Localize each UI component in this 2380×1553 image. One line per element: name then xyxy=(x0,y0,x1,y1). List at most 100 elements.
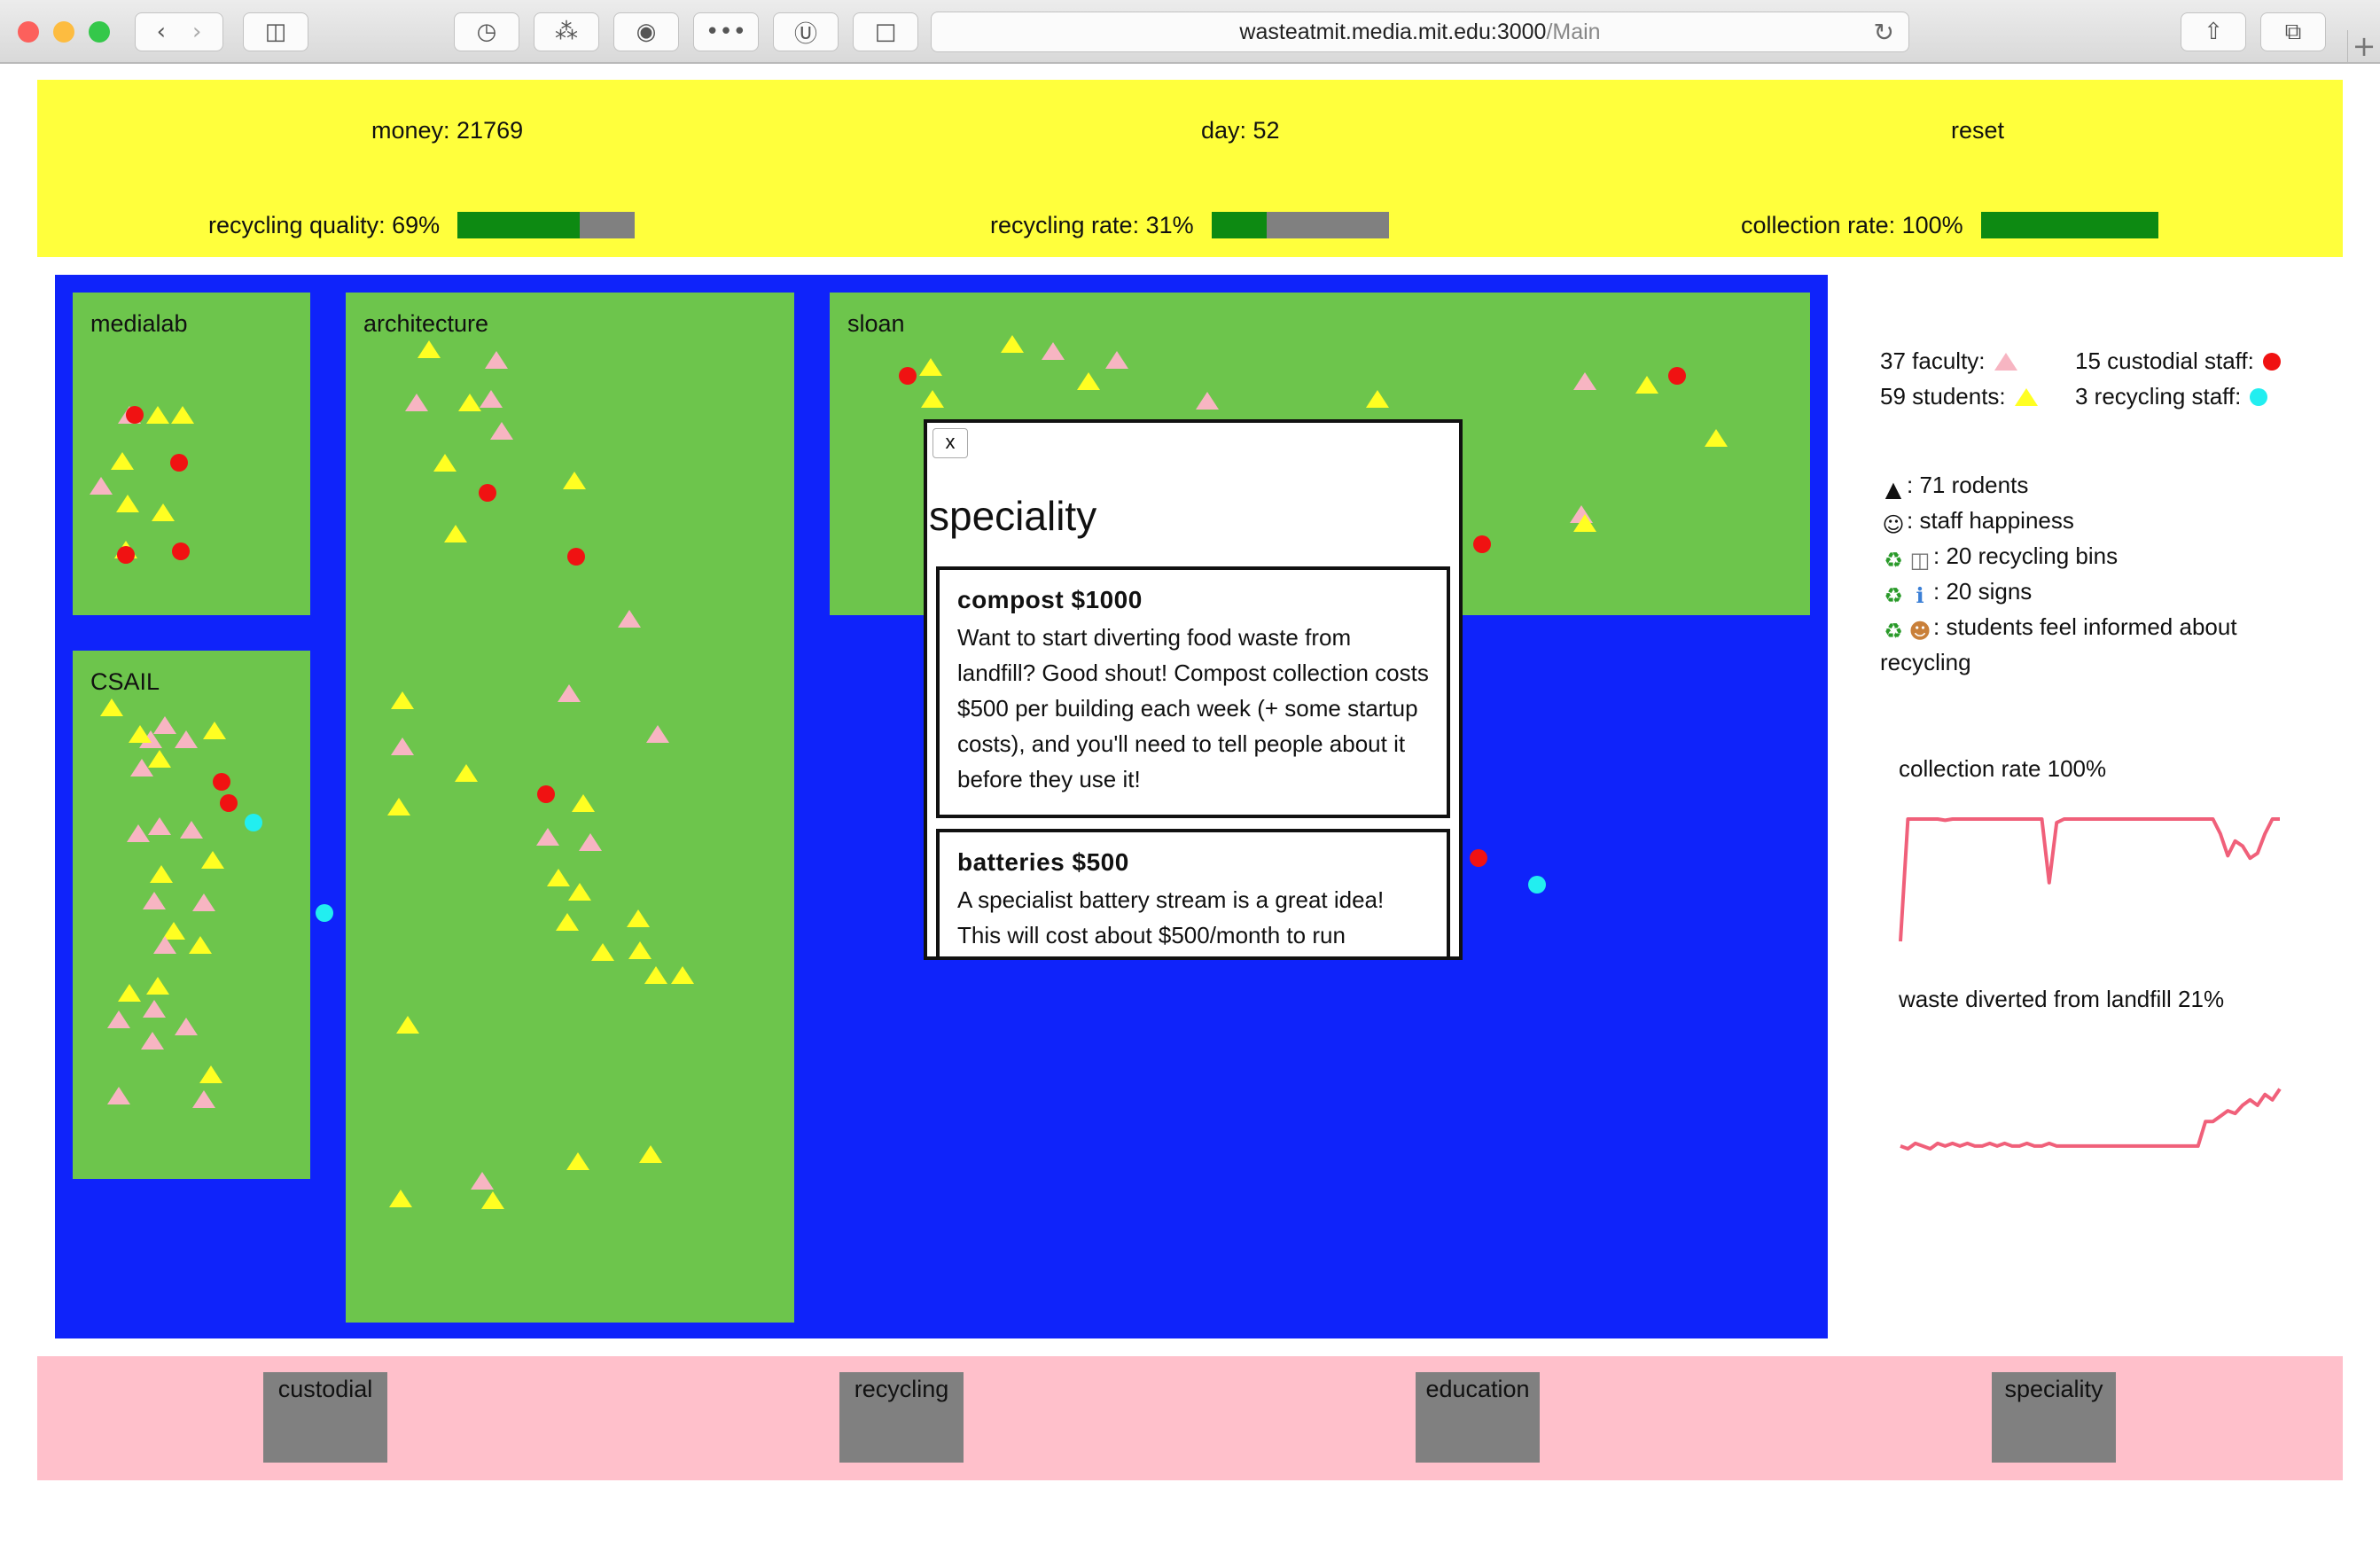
reset-button[interactable]: reset xyxy=(1951,117,2004,144)
custodial-button[interactable]: custodial xyxy=(263,1372,387,1463)
education-button[interactable]: education xyxy=(1416,1372,1540,1463)
page-icon: □ xyxy=(874,19,897,45)
custodial-dot-icon xyxy=(2262,353,2281,371)
metric-label: collection rate: 100% xyxy=(1741,211,1963,238)
faculty-marker xyxy=(175,730,198,748)
student-marker xyxy=(671,966,694,984)
student-marker xyxy=(1366,390,1389,408)
faculty-count-text: 37 faculty: xyxy=(1880,347,1986,374)
student-marker xyxy=(433,454,456,472)
faculty-marker xyxy=(536,828,559,846)
popup-close-button[interactable]: x xyxy=(932,428,968,458)
url-path: /Main xyxy=(1546,19,1601,44)
student-marker xyxy=(644,966,667,984)
student-marker xyxy=(628,941,652,959)
share-button[interactable]: ⇧ xyxy=(2181,12,2246,51)
status-header: money: 21769 day: 52 reset recycling qua… xyxy=(37,80,2343,257)
compost-option[interactable]: compost $1000 Want to start diverting fo… xyxy=(936,566,1450,818)
tabs-button[interactable]: ⧉ xyxy=(2260,12,2326,51)
close-window-button[interactable] xyxy=(18,21,39,43)
faculty-marker xyxy=(143,892,166,909)
plus-icon: + xyxy=(2352,29,2376,63)
bar-fill xyxy=(1211,212,1267,238)
faculty-marker xyxy=(1042,342,1065,360)
collection-rate-bar xyxy=(1980,212,2158,238)
faculty-marker xyxy=(490,422,513,440)
student-marker xyxy=(199,1065,222,1083)
custodial-staff-marker xyxy=(220,794,238,812)
minimize-window-button[interactable] xyxy=(53,21,74,43)
building-medialab[interactable]: medialab xyxy=(73,293,310,615)
metric-label: recycling quality: 69% xyxy=(208,211,441,238)
building-name: sloan xyxy=(847,310,905,337)
faculty-marker xyxy=(1196,392,1219,410)
more-dots-icon: ••• xyxy=(705,19,746,45)
bins-stat: ♻ ◫: 20 recycling bins xyxy=(1880,542,2118,574)
student-marker xyxy=(201,851,224,869)
option-description: A specialist battery stream is a great i… xyxy=(957,886,1385,948)
action-bar: custodial recycling education speciality xyxy=(37,1356,2343,1480)
history-button[interactable]: ◷ xyxy=(454,12,519,51)
series-line xyxy=(1900,1088,2282,1151)
reader-button[interactable]: □ xyxy=(853,12,918,51)
recycling-staff-marker xyxy=(316,904,333,922)
forward-icon[interactable]: › xyxy=(192,19,201,45)
student-triangle-icon xyxy=(2014,388,2038,406)
faculty-marker xyxy=(143,1000,166,1018)
student-marker xyxy=(389,1190,412,1207)
student-marker xyxy=(391,691,414,709)
faculty-marker xyxy=(618,610,641,628)
custodial-staff-marker xyxy=(213,773,230,791)
student-marker xyxy=(1001,335,1024,353)
extension-button-1[interactable]: ⁂ xyxy=(534,12,599,51)
share-icon: ⇧ xyxy=(2204,19,2223,45)
faculty-marker xyxy=(90,477,113,495)
student-marker xyxy=(146,406,169,424)
sidebar-toggle-button[interactable]: ◫ xyxy=(243,12,308,51)
address-bar[interactable]: wasteatmit.media.mit.edu:3000/Main ↻ xyxy=(931,12,1909,52)
maximize-window-button[interactable] xyxy=(89,21,110,43)
info-icon: ℹ xyxy=(1916,583,1924,608)
custodial-staff-marker xyxy=(117,546,135,564)
faculty-count: 37 faculty: xyxy=(1880,347,2017,375)
recycle-icon: ♻ xyxy=(1884,583,1903,608)
option-title: compost $1000 xyxy=(957,586,1143,613)
extension-button-2[interactable]: ◉ xyxy=(613,12,679,51)
faculty-marker xyxy=(1105,351,1128,369)
students-count: 59 students: xyxy=(1880,383,2038,410)
batteries-option[interactable]: batteries $500 A specialist battery stre… xyxy=(936,829,1450,956)
faculty-marker xyxy=(1573,372,1596,390)
student-marker xyxy=(455,764,478,782)
custodial-staff-marker xyxy=(170,454,188,472)
extension-button-3[interactable]: ••• xyxy=(693,12,759,51)
extension-button-4[interactable]: Ⓤ xyxy=(773,12,839,51)
recycling-staff-marker xyxy=(245,814,262,831)
student-marker xyxy=(458,394,481,411)
ublock-icon: Ⓤ xyxy=(793,20,817,48)
student-marker xyxy=(563,472,586,489)
faculty-marker xyxy=(153,716,176,734)
speciality-button[interactable]: speciality xyxy=(1992,1372,2116,1463)
new-tab-button[interactable]: + xyxy=(2347,30,2380,64)
faculty-marker xyxy=(153,936,176,954)
custodial-staff-marker xyxy=(567,548,585,566)
faculty-marker xyxy=(579,833,602,851)
back-forward-buttons[interactable]: ‹ › xyxy=(135,12,223,51)
back-icon[interactable]: ‹ xyxy=(157,19,166,45)
series-line xyxy=(1899,817,2280,942)
recycling-button[interactable]: recycling xyxy=(839,1372,964,1463)
informed-stat: ♻ ☻: students feel informed about xyxy=(1880,613,2236,644)
faculty-marker xyxy=(180,821,203,839)
faculty-marker xyxy=(192,894,215,911)
student-marker xyxy=(921,390,944,408)
student-marker xyxy=(568,883,591,901)
faculty-marker xyxy=(646,725,669,743)
option-description: Want to start diverting food waste from … xyxy=(957,624,1429,792)
reload-icon[interactable]: ↻ xyxy=(1874,18,1894,47)
browser-toolbar: ‹ › ◫ ◷ ⁂ ◉ ••• Ⓤ □ wasteatmit.media.mit… xyxy=(0,0,2380,64)
tabs-icon: ⧉ xyxy=(2284,18,2302,45)
collection-rate-metric: collection rate: 100% xyxy=(1741,206,2158,245)
custodial-staff-marker xyxy=(1668,367,1686,385)
student-marker xyxy=(189,936,212,954)
faculty-marker xyxy=(192,1090,215,1108)
